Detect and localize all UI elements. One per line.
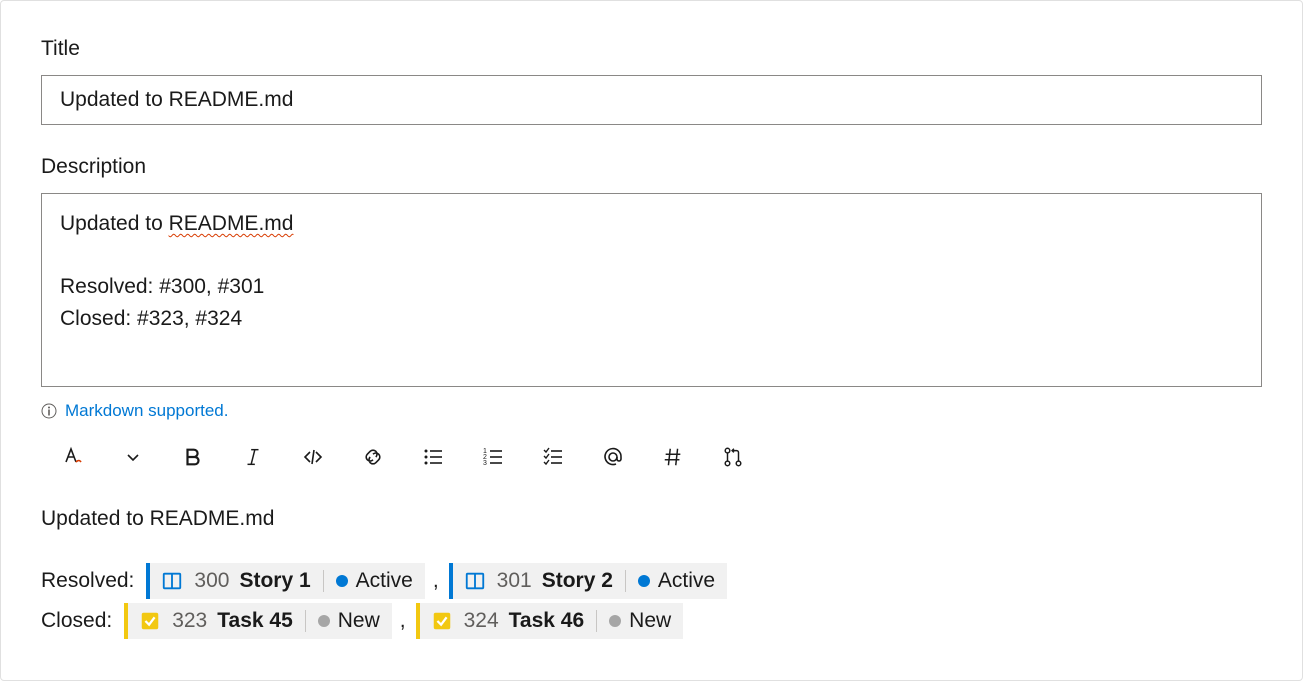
status-dot-icon [638,575,650,587]
chevron-down-icon[interactable] [119,443,147,471]
mention-button[interactable] [599,443,627,471]
link-button[interactable] [359,443,387,471]
workitem-id: 300 [194,565,229,597]
workitem-chip[interactable]: 323 Task 45 New [124,603,392,639]
numbered-list-button[interactable]: 1 2 3 [479,443,507,471]
editor-toolbar: 1 2 3 [41,439,1262,475]
pr-form-card: Title Description Updated to README.md R… [0,0,1303,681]
task-icon [430,609,454,633]
description-preview: Updated to README.md Resolved: 300 Story 1… [41,503,1262,639]
title-field-block: Title [41,37,1262,125]
desc-line4: Closed: #323, #324 [60,307,242,330]
separator [305,610,306,632]
status-dot-icon [336,575,348,587]
workitem-name: Story 2 [542,565,613,597]
workitem-chip[interactable]: 324 Task 46 New [416,603,684,639]
bullet-list-button[interactable] [419,443,447,471]
pull-request-button[interactable] [719,443,747,471]
markdown-supported-link[interactable]: Markdown supported. [65,401,228,421]
workitem-name: Task 46 [509,605,585,637]
workitem-status: New [609,605,671,637]
task-icon [138,609,162,633]
comma-separator: , [433,565,439,597]
svg-text:3: 3 [483,460,487,467]
separator [625,570,626,592]
workitem-name: Story 1 [239,565,310,597]
desc-line1-plain: Updated to [60,212,169,235]
info-icon [41,403,57,419]
italic-button[interactable] [239,443,267,471]
preview-heading: Updated to README.md [41,503,1262,535]
description-field-block: Description Updated to README.md Resolve… [41,155,1262,639]
workitem-chip[interactable]: 301 Story 2 Active [449,563,727,599]
workitem-id: 324 [464,605,499,637]
workitem-status-text: Active [356,565,413,597]
workitem-status: Active [638,565,715,597]
desc-line1-squiggle: README.md [169,212,294,235]
status-dot-icon [609,615,621,627]
workitem-name: Task 45 [217,605,293,637]
bold-button[interactable] [179,443,207,471]
description-label: Description [41,155,1262,179]
markdown-hint: Markdown supported. [41,401,1262,421]
desc-line3: Resolved: #300, #301 [60,275,264,298]
workitem-chip[interactable]: 300 Story 1 Active [146,563,424,599]
workitem-row: Resolved: 300 Story 1 Active, 301 Story 2 Acti… [41,563,1262,599]
title-label: Title [41,37,1262,61]
workitem-id: 301 [497,565,532,597]
workitem-status-text: New [629,605,671,637]
workitem-row-label: Closed: [41,605,112,637]
workitem-status-text: New [338,605,380,637]
checklist-button[interactable] [539,443,567,471]
status-dot-icon [318,615,330,627]
comma-separator: , [400,605,406,637]
story-icon [463,569,487,593]
story-icon [160,569,184,593]
code-button[interactable] [299,443,327,471]
workitem-row: Closed: 323 Task 45 New, 324 Task 46 New [41,603,1262,639]
workitem-id: 323 [172,605,207,637]
text-style-button[interactable] [59,443,87,471]
title-input[interactable] [41,75,1262,125]
separator [596,610,597,632]
workitem-row-label: Resolved: [41,565,134,597]
workitem-status: Active [336,565,413,597]
hash-button[interactable] [659,443,687,471]
description-input[interactable]: Updated to README.md Resolved: #300, #30… [41,193,1262,387]
workitem-status: New [318,605,380,637]
workitem-status-text: Active [658,565,715,597]
separator [323,570,324,592]
